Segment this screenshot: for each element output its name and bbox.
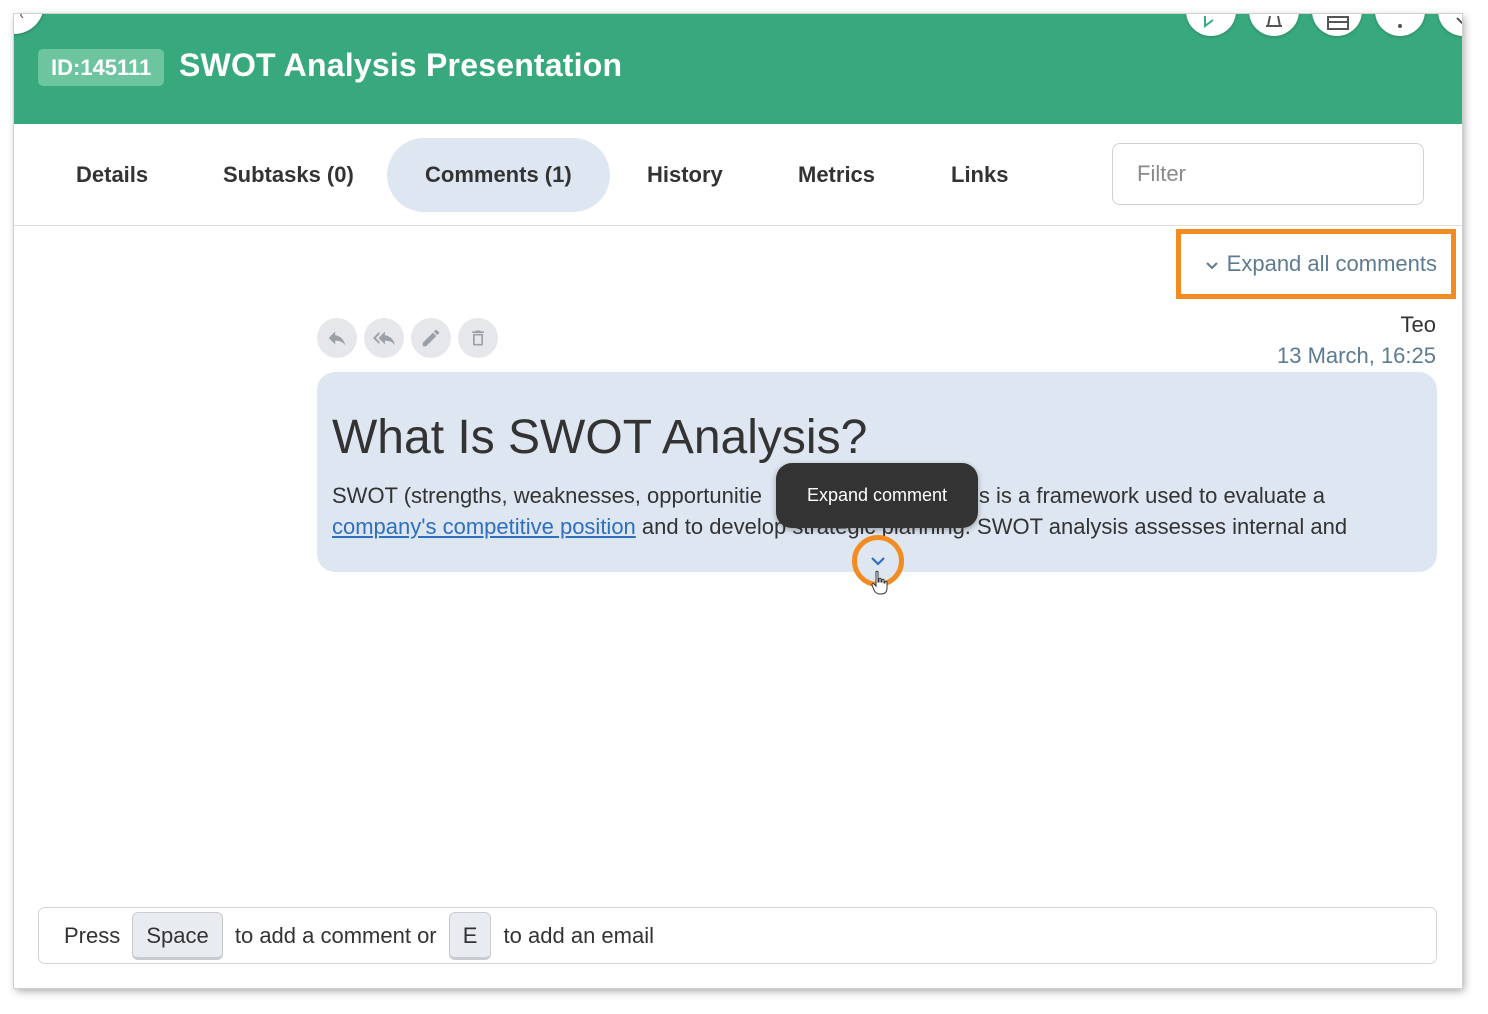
reply-button[interactable]	[317, 318, 357, 358]
tab-subtasks[interactable]: Subtasks (0)	[185, 138, 392, 212]
task-header: ‹ ID:145111 SWOT Analysis Presentation	[14, 14, 1462, 124]
tab-comments[interactable]: Comments (1)	[387, 138, 610, 212]
back-button[interactable]: ‹	[14, 14, 44, 34]
tag-button[interactable]	[1186, 14, 1236, 36]
expand-all-comments-button[interactable]: Expand all comments	[1176, 229, 1456, 299]
reply-all-button[interactable]	[364, 318, 404, 358]
comment-timestamp: 13 March, 16:25	[1277, 343, 1436, 368]
filter-input[interactable]	[1112, 143, 1424, 205]
add-comment-hint[interactable]: Press Space to add a comment or E to add…	[38, 907, 1437, 964]
bell-icon	[1266, 16, 1282, 27]
notifications-button[interactable]	[1249, 14, 1299, 36]
task-id-badge: ID:145111	[38, 49, 165, 86]
hand-cursor-icon	[871, 570, 888, 595]
edit-button[interactable]	[411, 318, 451, 358]
expand-comment-tooltip: Expand comment	[776, 463, 978, 528]
hint-press: Press	[64, 922, 127, 948]
layout-icon	[1327, 16, 1349, 30]
tab-metrics[interactable]: Metrics	[760, 138, 913, 212]
tabs-bar: Details Subtasks (0) Comments (1) Histor…	[14, 124, 1462, 226]
edit-icon	[422, 329, 440, 347]
task-window: ‹ ID:145111 SWOT Analysis Presentation D…	[14, 14, 1462, 988]
delete-button[interactable]	[458, 318, 498, 358]
chevron-down-icon	[871, 557, 885, 566]
reply-icon	[328, 331, 346, 346]
chevron-left-icon: ‹	[19, 14, 24, 22]
comment-actions	[317, 318, 498, 358]
comment-line-1-tail: sis is a framework used to evaluate a	[963, 483, 1325, 508]
tab-links[interactable]: Links	[913, 138, 1046, 212]
tag-icon	[1204, 16, 1214, 28]
close-button[interactable]	[1438, 14, 1462, 36]
task-title: SWOT Analysis Presentation	[179, 47, 623, 83]
layout-button[interactable]	[1312, 14, 1362, 36]
comment-line-1-start: SWOT (strengths, weaknesses, opportuniti…	[332, 483, 763, 508]
reply-all-icon	[373, 331, 395, 346]
comment-link[interactable]: company's competitive position	[332, 514, 636, 539]
tab-history[interactable]: History	[609, 138, 761, 212]
comment-line-2-rest: and to develop strategic planning. SWOT …	[635, 514, 1348, 539]
more-button[interactable]	[1375, 14, 1425, 36]
hint-end: to add an email	[497, 922, 654, 948]
close-icon	[1456, 17, 1462, 25]
tab-details[interactable]: Details	[38, 138, 186, 212]
header-actions	[1186, 14, 1462, 36]
more-icon	[1398, 24, 1402, 28]
hint-mid: to add a comment or	[228, 922, 443, 948]
comment-author: Teo	[1400, 312, 1436, 337]
comment-heading: What Is SWOT Analysis?	[332, 411, 868, 464]
space-key: Space	[132, 911, 223, 960]
delete-icon	[472, 330, 484, 346]
e-key: E	[448, 911, 492, 960]
expand-all-label: Expand all comments	[1226, 251, 1437, 276]
chevron-down-icon	[1205, 251, 1219, 277]
